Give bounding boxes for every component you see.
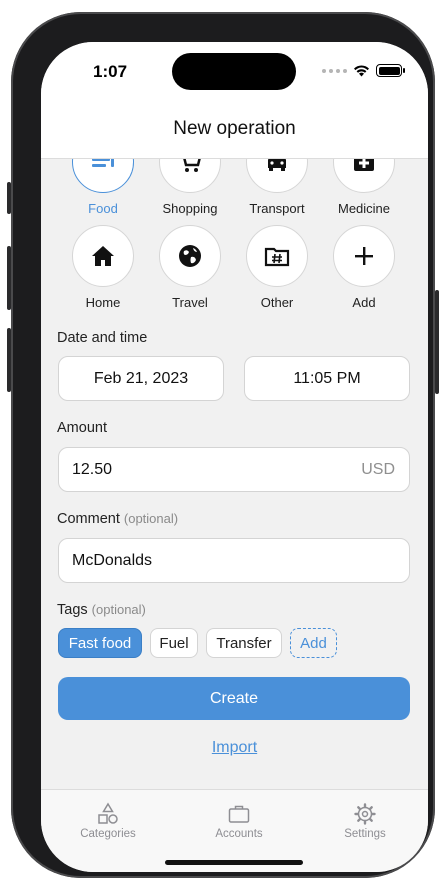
battery-icon — [376, 64, 405, 77]
wifi-icon — [354, 65, 369, 77]
food-icon — [92, 159, 114, 167]
category-transport[interactable]: Transport — [244, 159, 310, 216]
categories-icon — [98, 802, 118, 824]
comment-label: Comment (optional) — [57, 511, 178, 527]
category-label: Travel — [172, 295, 208, 310]
amount-label: Amount — [57, 420, 107, 436]
category-food[interactable]: Food — [70, 159, 136, 216]
optional-hint: (optional) — [91, 602, 146, 617]
category-label: Add — [352, 295, 376, 310]
tab-label: Categories — [80, 828, 136, 840]
category-label: Transport — [249, 201, 305, 216]
tab-accounts[interactable]: Accounts — [189, 802, 289, 840]
add-tag-button[interactable]: Add — [290, 628, 337, 658]
category-add[interactable]: Add — [331, 225, 397, 310]
briefcase-icon — [228, 805, 250, 823]
plus-icon — [355, 247, 373, 265]
phone-screen: 1:07 New operation Food Shopping Transpo… — [41, 42, 428, 872]
phone-frame: 1:07 New operation Food Shopping Transpo… — [11, 12, 435, 878]
tab-label: Settings — [344, 828, 386, 840]
medical-kit-icon — [354, 159, 374, 171]
shopping-cart-icon — [183, 159, 201, 172]
tab-categories[interactable]: Categories — [58, 802, 158, 840]
category-label: Shopping — [162, 201, 218, 216]
power-button — [435, 290, 439, 394]
date-field[interactable]: Feb 21, 2023 — [58, 356, 224, 401]
import-link[interactable]: Import — [41, 739, 428, 757]
cellular-signal-icon — [322, 68, 347, 73]
category-travel[interactable]: Travel — [157, 225, 223, 310]
time-field[interactable]: 11:05 PM — [244, 356, 410, 401]
folder-hash-icon — [264, 247, 290, 267]
dynamic-island — [172, 53, 296, 90]
page-title: New operation — [173, 118, 296, 139]
form-content: Food Shopping Transport Medicine Home Tr… — [41, 159, 428, 791]
tags-label-text: Tags — [57, 602, 88, 618]
tags-label: Tags (optional) — [57, 602, 146, 618]
tab-settings[interactable]: Settings — [315, 802, 415, 840]
tab-label: Accounts — [215, 828, 263, 840]
status-icons — [322, 64, 405, 77]
category-home[interactable]: Home — [70, 225, 136, 310]
home-icon — [92, 246, 114, 266]
category-label: Medicine — [337, 201, 391, 216]
create-button[interactable]: Create — [58, 677, 410, 720]
optional-hint: (optional) — [123, 511, 179, 526]
tag-transfer[interactable]: Transfer — [206, 628, 282, 658]
amount-value: 12.50 — [72, 460, 113, 478]
globe-icon — [179, 245, 201, 267]
comment-value: McDonalds — [72, 551, 153, 569]
amount-field[interactable]: 12.50 USD — [58, 447, 410, 492]
category-label: Other — [260, 295, 294, 310]
comment-field[interactable]: McDonalds — [58, 538, 410, 583]
car-icon — [268, 159, 286, 171]
tag-fuel[interactable]: Fuel — [150, 628, 198, 658]
date-value: Feb 21, 2023 — [93, 369, 189, 387]
category-medicine[interactable]: Medicine — [331, 159, 397, 216]
home-indicator — [165, 860, 303, 865]
tag-fast-food[interactable]: Fast food — [58, 628, 142, 658]
category-other[interactable]: Other — [244, 225, 310, 310]
category-shopping[interactable]: Shopping — [157, 159, 223, 216]
currency-label: USD — [361, 460, 395, 478]
tags-list: Fast food Fuel Transfer Add — [41, 628, 428, 660]
category-label: Food — [88, 201, 118, 216]
date-time-label: Date and time — [57, 330, 148, 346]
status-time: 1:07 — [93, 62, 128, 81]
category-label: Home — [85, 295, 121, 310]
comment-label-text: Comment — [57, 511, 120, 527]
gear-icon — [354, 803, 376, 825]
time-value: 11:05 PM — [293, 369, 361, 387]
